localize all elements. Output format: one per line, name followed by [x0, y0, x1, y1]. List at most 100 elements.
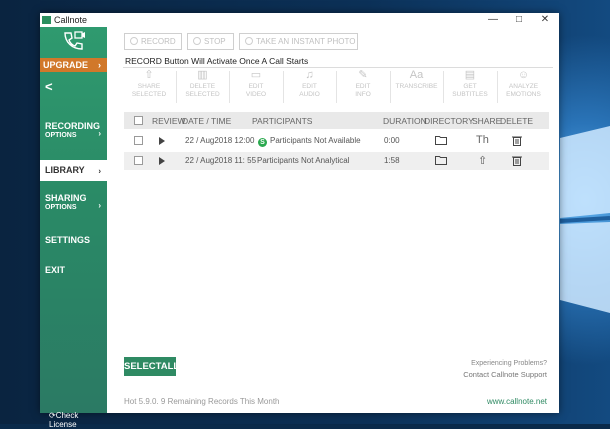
upgrade-label: UPGRADE	[43, 60, 89, 70]
header-datetime: DATE / TIME	[182, 116, 232, 126]
close-button[interactable]: ✕	[534, 13, 556, 27]
row-duration: 0:00	[384, 136, 400, 145]
emotions-icon: ☺	[517, 69, 530, 81]
pencil-icon: ✎	[358, 69, 368, 81]
chevron-right-icon: ›	[98, 60, 101, 70]
record-button[interactable]: RECORD	[124, 33, 182, 50]
toolbar-label: TRANSCRIBE	[395, 83, 438, 90]
toolbar-label: SHARE	[137, 83, 161, 90]
toolbar-subtitles-button[interactable]: ▤ GET SUBTITLES	[445, 69, 495, 105]
subtitles-icon: ▤	[464, 69, 476, 81]
share-icon[interactable]: Th	[476, 134, 489, 146]
trash-icon: ▥	[197, 69, 208, 81]
minimize-button[interactable]: —	[482, 13, 504, 27]
row-participants: S Participants Not Available	[258, 136, 361, 147]
check-license-link[interactable]: ⟳Check License	[49, 411, 107, 429]
row-datetime: 22 / Aug2018 12:00	[185, 136, 255, 145]
toolbar-emotions-button[interactable]: ☺ ANALYZE EMOTIONS	[499, 69, 549, 105]
stop-radio-icon	[193, 37, 201, 45]
audio-icon: ♫	[305, 69, 314, 81]
toolbar-separator	[336, 71, 337, 103]
toolbar-label: SELECTED	[131, 91, 167, 98]
trash-icon[interactable]	[512, 135, 522, 146]
photo-radio-icon	[245, 37, 253, 45]
folder-icon[interactable]	[435, 135, 447, 145]
sidebar-item-label: EXIT	[45, 265, 66, 275]
toolbar-pencil-button[interactable]: ✎ EDIT INFO	[338, 69, 388, 105]
toolbar-label: ANALYZE	[508, 83, 539, 90]
toolbar-label: SELECTED	[185, 91, 220, 98]
toolbar-label: EMOTIONS	[506, 91, 541, 98]
instant-photo-label: TAKE AN INSTANT PHOTO	[256, 37, 356, 46]
toolbar-divider	[123, 67, 553, 68]
toolbar-separator	[282, 71, 284, 103]
sidebar-item-recording-options[interactable]: RECORDING OPTIONS ›	[40, 121, 107, 147]
toolbar-audio-button[interactable]: ♫ EDIT AUDIO	[285, 69, 335, 105]
toolbar-label: EDIT	[355, 83, 371, 90]
row-checkbox[interactable]	[134, 136, 143, 145]
chevron-right-icon: ›	[98, 166, 101, 175]
select-all-checkbox[interactable]	[134, 116, 143, 125]
toolbar-label: AUDIO	[299, 91, 320, 98]
instant-photo-button[interactable]: TAKE AN INSTANT PHOTO	[239, 33, 358, 50]
transcribe-icon: Aa	[409, 69, 424, 81]
camera-phone-icon	[64, 31, 85, 50]
callnote-window: Callnote — □ ✕ UPGRADE › < RECORDING OPT…	[40, 13, 559, 429]
header-duration: DURATION	[383, 116, 427, 126]
record-label: RECORD	[141, 37, 176, 46]
toolbar-label: EDIT	[248, 83, 264, 90]
callnote-app-icon	[42, 16, 51, 24]
sidebar-item-label: LIBRARY	[45, 165, 85, 175]
version-info: Hot 5.9.0. 9 Remaining Records This Mont…	[124, 397, 280, 406]
toolbar-separator	[229, 71, 230, 103]
sidebar-item-sharing-options[interactable]: SHARING OPTIONS ›	[40, 193, 107, 219]
toolbar-share-button[interactable]: ⇧ SHARE SELECTED	[124, 69, 174, 105]
refresh-icon: ⟳	[49, 411, 56, 420]
folder-icon[interactable]	[435, 155, 447, 165]
trash-icon[interactable]	[512, 155, 522, 166]
row-participants-label: Participants Not Available	[270, 136, 361, 145]
header-delete: DELETE	[500, 116, 534, 126]
sidebar-item-library[interactable]: LIBRARY ›	[40, 160, 107, 181]
row-participants: Participants Not Analytical	[257, 156, 350, 165]
maximize-button[interactable]: □	[508, 13, 530, 27]
header-share: SHARE	[472, 116, 502, 126]
play-icon[interactable]	[159, 137, 165, 145]
record-notice: RECORD Button Will Activate Once A Call …	[125, 56, 309, 66]
chevron-right-icon: ›	[98, 129, 101, 138]
table-row[interactable]: 22 / Aug2018 11: 55 Participants Not Ana…	[124, 152, 549, 170]
title-bar: Callnote — □ ✕	[40, 13, 559, 27]
website-link[interactable]: www.callnote.net	[487, 397, 547, 406]
toolbar-label: DELETE	[189, 83, 216, 90]
toolbar-transcribe-button[interactable]: Aa TRANSCRIBE	[392, 69, 442, 105]
contact-support-link[interactable]: Contact Callnote Support	[463, 370, 547, 379]
select-all-button[interactable]: SELECTALL	[124, 357, 179, 376]
header-directory: DIRECTORY	[424, 116, 474, 126]
toolbar-label: VIDEO	[245, 91, 267, 98]
share-icon[interactable]: ⇧	[478, 154, 487, 167]
sidebar-item-exit[interactable]: EXIT	[40, 265, 107, 277]
table-header: REVIEW DATE / TIME PARTICIPANTS DURATION…	[124, 112, 549, 129]
skype-icon: S	[258, 138, 267, 147]
sidebar-item-settings[interactable]: SETTINGS	[40, 235, 107, 247]
toolbar-trash-button[interactable]: ▥ DELETE SELECTED	[178, 69, 228, 105]
row-checkbox[interactable]	[134, 156, 143, 165]
back-arrow-icon[interactable]: <	[45, 79, 53, 94]
record-radio-icon	[130, 37, 138, 45]
toolbar-separator	[496, 71, 498, 103]
play-icon[interactable]	[159, 157, 165, 165]
header-review: REVIEW	[152, 116, 186, 126]
windows-logo-icon	[560, 126, 610, 313]
toolbar-label: INFO	[355, 91, 371, 98]
toolbar-label: GET	[463, 83, 477, 90]
sidebar-item-label: SETTINGS	[45, 235, 91, 245]
window-title: Callnote	[54, 15, 88, 25]
table-row[interactable]: 22 / Aug2018 12:00 S Participants Not Ava…	[124, 132, 549, 150]
row-duration: 1:58	[384, 156, 400, 165]
upgrade-button[interactable]: UPGRADE ›	[40, 58, 107, 72]
toolbar-separator	[389, 71, 391, 103]
toolbar-label: SUBTITLES	[452, 91, 488, 98]
toolbar-video-button[interactable]: ▭ EDIT VIDEO	[231, 69, 281, 105]
stop-label: STOP	[204, 37, 226, 46]
stop-button[interactable]: STOP	[187, 33, 234, 50]
